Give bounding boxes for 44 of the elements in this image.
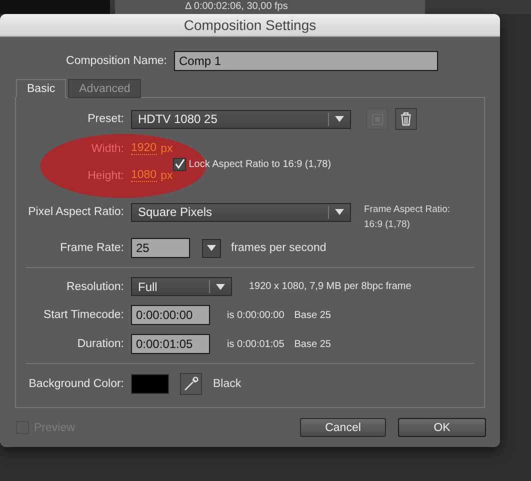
field-label: Duration: xyxy=(76,338,124,350)
resolution-dropdown[interactable]: Full xyxy=(131,277,232,296)
info-label: 1920 x 1080, 7,9 MB per 8bpc frame xyxy=(249,281,412,292)
footage-info: Δ 0:00:02:06, 30,00 fps xyxy=(185,1,288,13)
eyedropper-icon xyxy=(183,376,199,392)
ok-button[interactable]: OK xyxy=(398,418,486,437)
field-label: Frame Rate: xyxy=(59,242,124,254)
eyedropper-button[interactable] xyxy=(180,373,202,395)
info-label: Base 25 xyxy=(294,310,331,320)
field-label: Resolution: xyxy=(65,280,124,292)
frame-rate-dropdown[interactable] xyxy=(202,238,221,258)
unit-label: px xyxy=(160,142,173,154)
field-label: Height: xyxy=(86,170,124,182)
field-label: Composition Name: xyxy=(65,55,167,67)
preset-dropdown[interactable]: HDTV 1080 25 xyxy=(131,110,351,128)
unit-label: frames per second xyxy=(231,242,326,254)
info-label: is 0:00:00:00 xyxy=(227,310,284,320)
color-swatch[interactable] xyxy=(131,374,169,394)
field-label: Preset: xyxy=(86,113,124,125)
composition-name-field[interactable]: Comp 1 xyxy=(174,51,438,71)
trash-icon xyxy=(400,112,412,126)
color-name: Black xyxy=(213,378,242,390)
checkbox-label: Lock Aspect Ratio to 16:9 (1,78) xyxy=(188,158,332,170)
window-title: Composition Settings xyxy=(184,17,316,33)
caret-icon xyxy=(335,116,344,122)
field-label: Width: xyxy=(90,142,124,154)
start-timecode-field[interactable]: 0:00:00:00 xyxy=(131,305,210,325)
field-label: Background Color: xyxy=(28,378,124,390)
info-label: is 0:00:01:05 xyxy=(227,338,284,350)
field-label: Start Timecode: xyxy=(42,309,124,321)
cancel-button[interactable]: Cancel xyxy=(300,418,386,437)
info-label: Frame Aspect Ratio: xyxy=(364,204,450,215)
info-label: Base 25 xyxy=(294,338,331,350)
pixel-aspect-dropdown[interactable]: Square Pixels xyxy=(131,202,351,222)
field-label: Pixel Aspect Ratio: xyxy=(27,206,124,218)
caret-icon xyxy=(335,209,344,215)
caret-icon xyxy=(207,245,216,251)
caret-icon xyxy=(216,284,225,290)
delete-preset-button[interactable] xyxy=(395,108,417,130)
duration-field[interactable]: 0:00:01:05 xyxy=(131,334,210,354)
frame-rate-field[interactable]: 25 xyxy=(131,238,190,258)
tab[interactable]: Basic xyxy=(16,79,66,98)
unit-label: px xyxy=(160,170,173,182)
info-value: 16:9 (1,78) xyxy=(364,219,411,230)
